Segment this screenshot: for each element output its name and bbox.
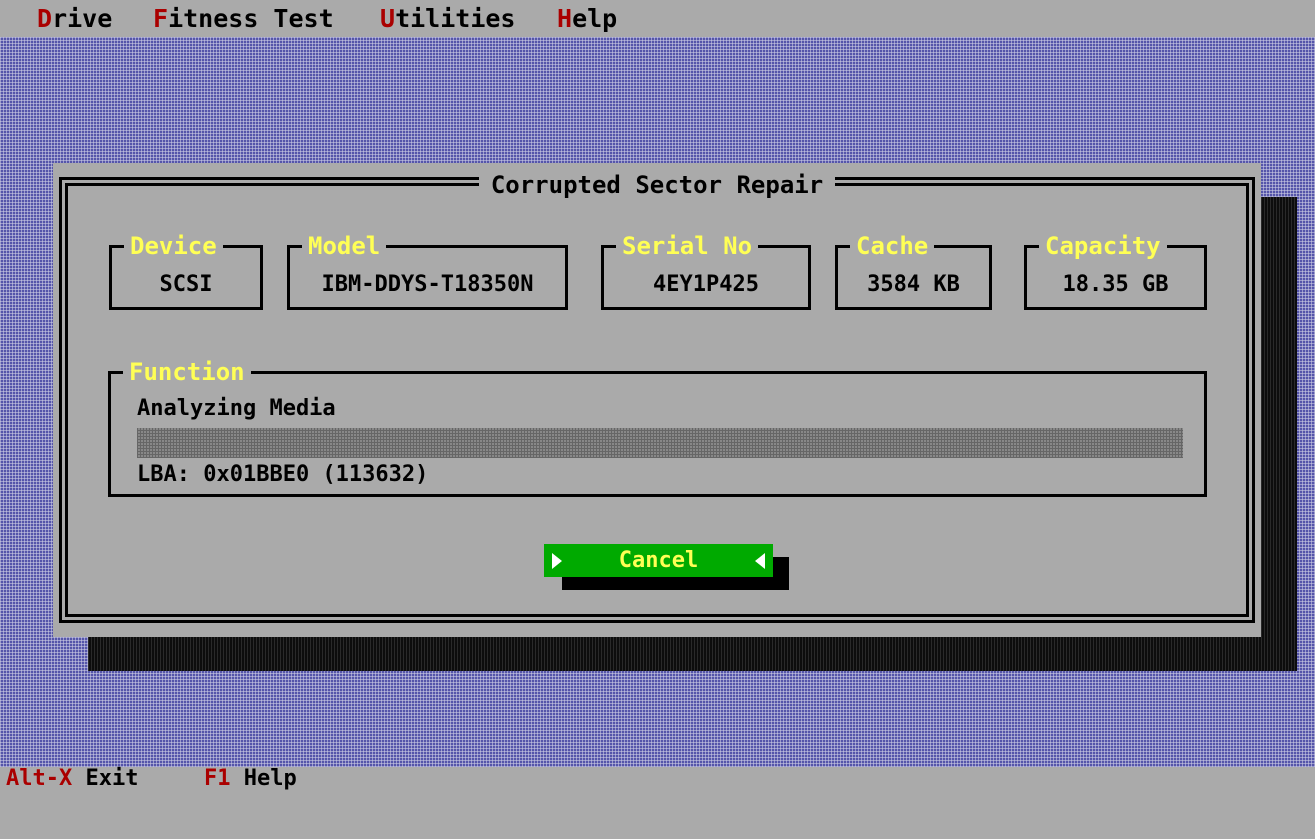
capacity-value: 18.35 GB (1062, 272, 1169, 297)
lba-readout: LBA: 0x01BBE0 (113632) (137, 462, 429, 487)
function-status: Analyzing Media (137, 396, 336, 421)
corrupted-sector-repair-dialog: Corrupted Sector Repair Device SCSI Mode… (53, 163, 1261, 637)
menu-fitness-test[interactable]: Fitness Test (153, 0, 334, 37)
cache-label: Cache (850, 231, 935, 261)
dialog-title: Corrupted Sector Repair (53, 167, 1261, 203)
cache-value: 3584 KB (867, 272, 960, 297)
capacity-label: Capacity (1039, 231, 1167, 261)
serial-no-value: 4EY1P425 (653, 272, 759, 297)
menu-drive[interactable]: Drive (37, 0, 112, 37)
model-field: Model IBM-DDYS-T18350N (287, 231, 568, 310)
shortcut-exit[interactable]: Alt-X Exit (6, 767, 138, 791)
menu-bar: Drive Fitness Test Utilities Help (0, 0, 1315, 37)
pointer-right-icon (552, 553, 562, 569)
function-label: Function (123, 357, 251, 387)
progress-bar (137, 428, 1183, 458)
dialog-shadow-bottom (88, 637, 1297, 671)
cancel-button[interactable]: Cancel (544, 544, 773, 577)
cancel-button-label: Cancel (618, 548, 699, 573)
model-label: Model (302, 231, 387, 261)
serial-no-field: Serial No 4EY1P425 (601, 231, 811, 310)
capacity-field: Capacity 18.35 GB (1024, 231, 1207, 310)
function-panel: Function Analyzing Media LBA: 0x01BBE0 (… (108, 357, 1207, 497)
model-value: IBM-DDYS-T18350N (321, 272, 534, 297)
device-label: Device (124, 231, 223, 261)
serial-no-label: Serial No (616, 231, 759, 261)
menu-utilities[interactable]: Utilities (380, 0, 515, 37)
cache-field: Cache 3584 KB (835, 231, 992, 310)
device-field: Device SCSI (109, 231, 263, 310)
pointer-left-icon (755, 553, 765, 569)
shortcut-help[interactable]: F1 Help (204, 767, 297, 791)
dialog-shadow-right (1261, 197, 1297, 671)
menu-help[interactable]: Help (557, 0, 617, 37)
status-bar: Alt-X Exit F1 Help (0, 767, 1315, 791)
device-value: SCSI (159, 272, 213, 297)
